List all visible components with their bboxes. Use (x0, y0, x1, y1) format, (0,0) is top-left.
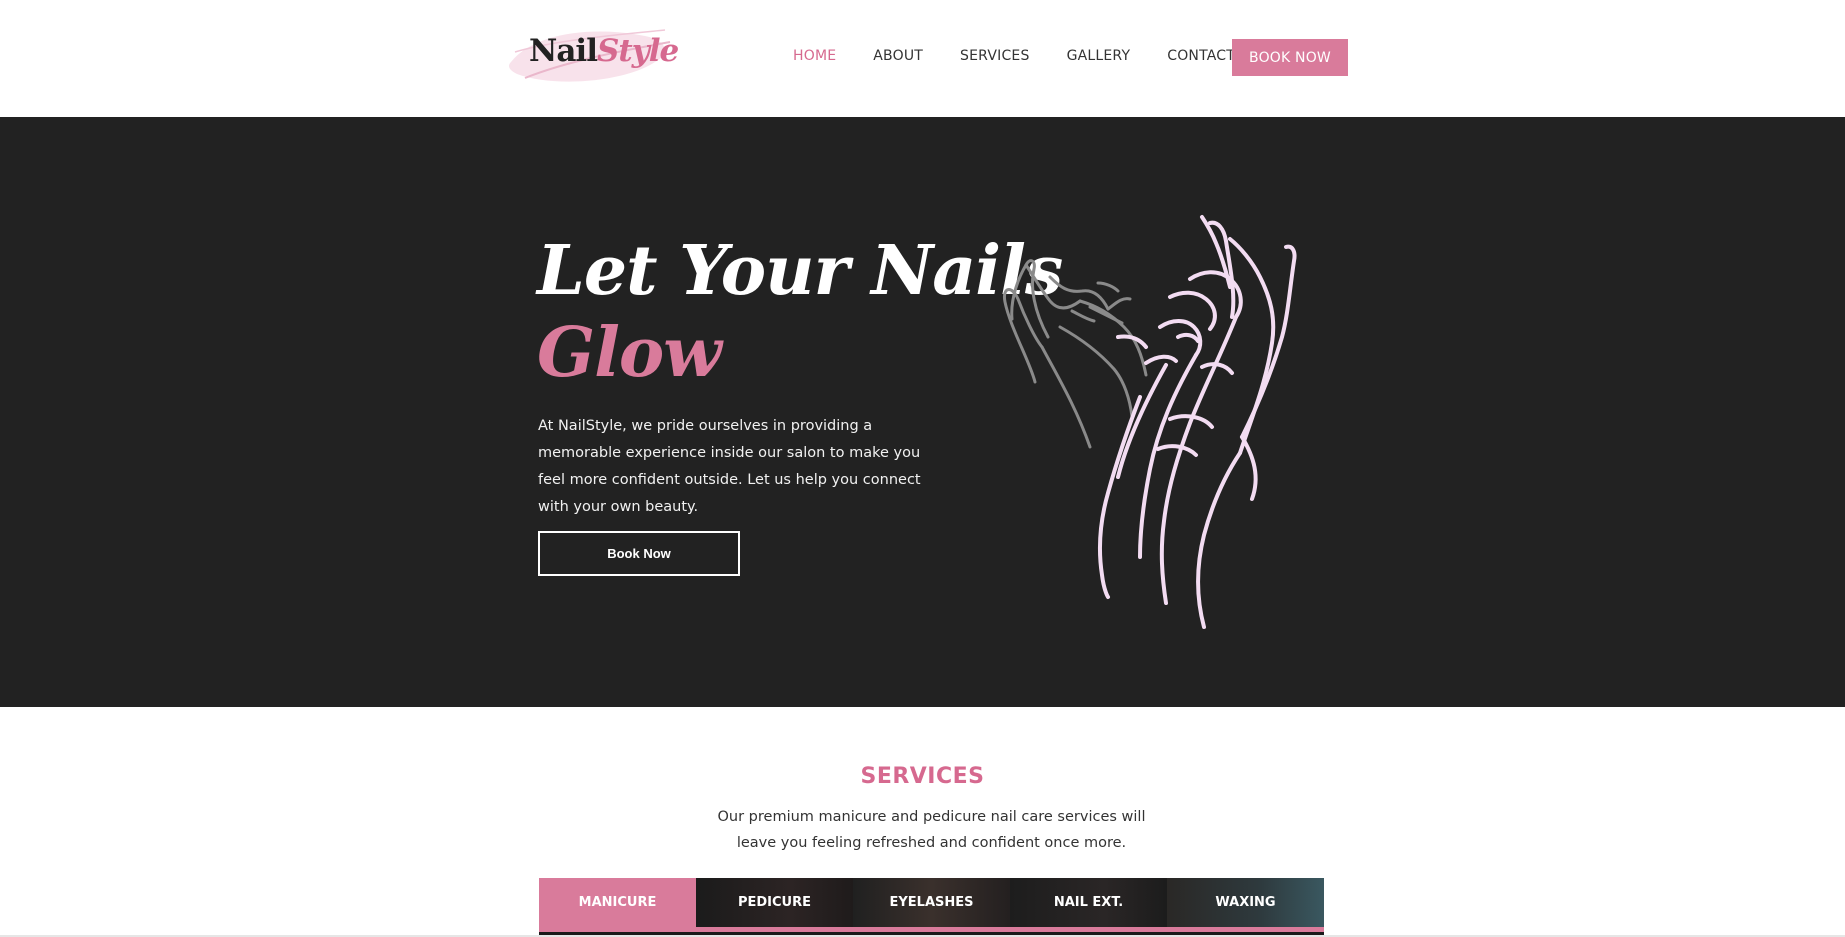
hero-title: Let Your Nails Glow (537, 230, 1063, 394)
tab-nail-ext[interactable]: NAIL EXT. (1010, 878, 1167, 927)
hero-section: Let Your Nails Glow At NailStyle, we pri… (0, 117, 1845, 707)
nav-home[interactable]: HOME (793, 48, 836, 64)
services-description: Our premium manicure and pedicure nail c… (717, 809, 1146, 851)
front-hand-outline (1098, 215, 1297, 629)
tab-eyelashes[interactable]: EYELASHES (853, 878, 1010, 927)
hero-title-glow: Glow (537, 313, 722, 393)
services-heading: SERVICES (860, 764, 985, 789)
main-nav: HOME ABOUT SERVICES GALLERY CONTACT (793, 48, 1272, 64)
logo-wordmark: NailStyle (529, 33, 679, 69)
header-book-now-button[interactable]: BOOK NOW (1232, 39, 1348, 76)
nav-contact[interactable]: CONTACT (1167, 48, 1235, 64)
logo-text-nail: Nail (529, 33, 598, 69)
nav-services[interactable]: SERVICES (960, 48, 1030, 64)
hero-description: At NailStyle, we pride ourselves in prov… (538, 418, 921, 515)
site-header: NailStyle HOME ABOUT SERVICES GALLERY CO… (0, 0, 1845, 117)
hands-illustration (1002, 215, 1297, 629)
nav-about[interactable]: ABOUT (873, 48, 923, 64)
services-tabs: MANICURE PEDICURE EYELASHES NAIL EXT. WA… (539, 878, 1324, 937)
nailstyle-logo[interactable]: NailStyle (505, 22, 679, 90)
hero-title-line1: Let Your Nails (537, 231, 1063, 311)
logo-text-style: Style (596, 33, 679, 69)
tab-pedicure[interactable]: PEDICURE (696, 878, 853, 927)
hero-book-now-button[interactable]: Book Now (538, 531, 740, 576)
tab-manicure[interactable]: MANICURE (539, 878, 696, 927)
tab-waxing[interactable]: WAXING (1167, 878, 1324, 927)
nav-gallery[interactable]: GALLERY (1067, 48, 1131, 64)
back-hand-outline (1002, 259, 1148, 449)
